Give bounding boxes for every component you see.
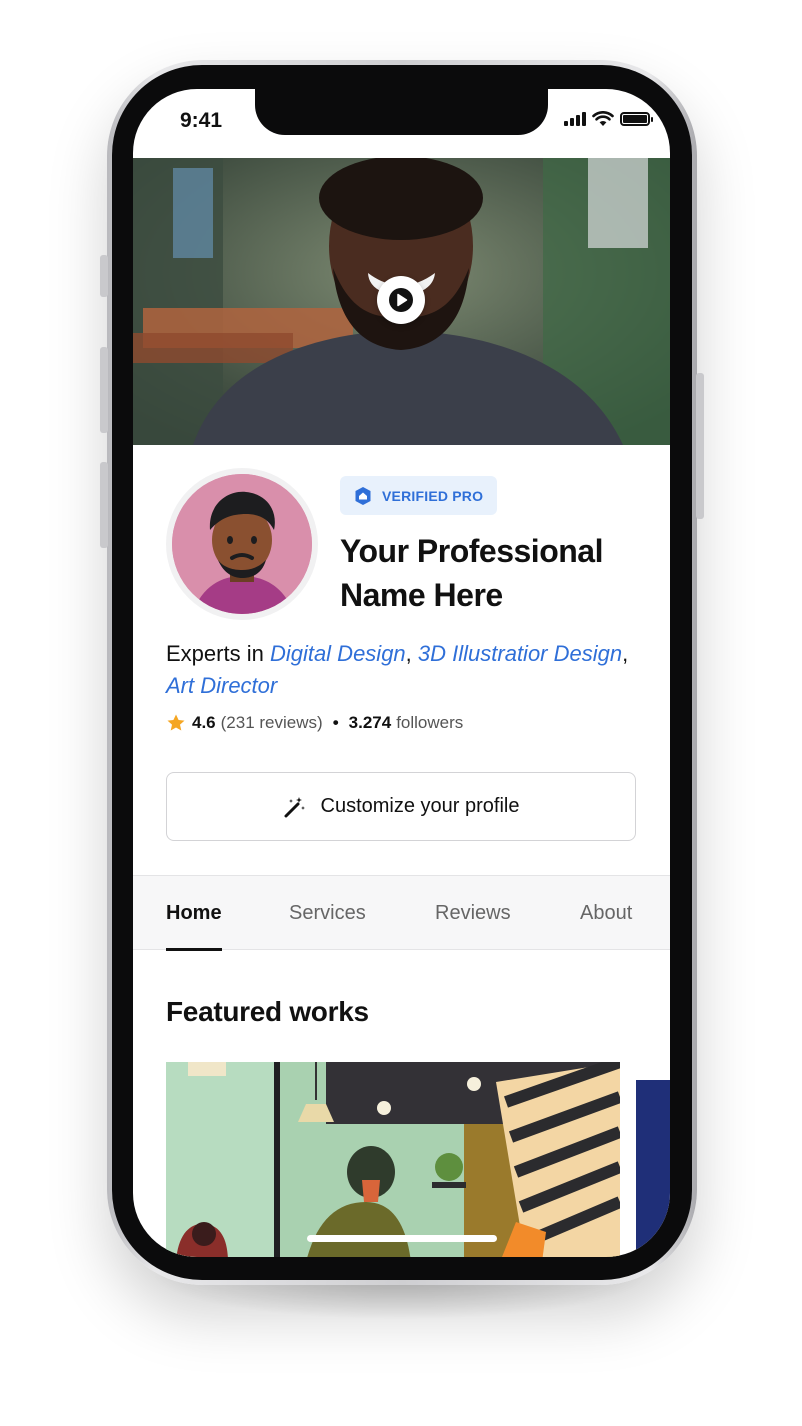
followers-label: followers bbox=[396, 713, 464, 732]
silent-switch bbox=[100, 255, 108, 297]
skill-separator: , bbox=[622, 641, 629, 666]
play-icon bbox=[389, 288, 413, 312]
stats-separator: • bbox=[332, 713, 339, 732]
profile-name-line2: Name Here bbox=[340, 577, 503, 613]
skill-separator: , bbox=[405, 641, 418, 666]
status-time: 9:41 bbox=[180, 109, 223, 132]
play-button[interactable] bbox=[377, 276, 425, 324]
avatar-illustration bbox=[172, 474, 312, 614]
skill-link-3d-illustration[interactable]: 3D Illustratior Design bbox=[418, 641, 622, 666]
status-icons bbox=[564, 111, 653, 127]
avatar-image bbox=[172, 474, 312, 614]
volume-up-button bbox=[100, 347, 108, 433]
cover-video[interactable] bbox=[133, 158, 670, 445]
home-indicator[interactable] bbox=[307, 1235, 497, 1242]
profile-stats: 4.6 (231 reviews) • 3.274 followers bbox=[166, 713, 463, 733]
phone-screen: 9:41 VERIFIED PRO Your Professional Name… bbox=[133, 89, 670, 1257]
tab-about[interactable]: About bbox=[580, 902, 632, 925]
wifi-icon bbox=[592, 111, 614, 126]
stage: 9:41 VERIFIED PRO Your Professional Name… bbox=[0, 0, 802, 1426]
expertise-prefix: Experts in bbox=[166, 641, 270, 666]
reviews-count[interactable]: (231 reviews) bbox=[221, 713, 323, 733]
tab-reviews[interactable]: Reviews bbox=[435, 902, 511, 925]
avatar[interactable] bbox=[166, 468, 318, 620]
active-tab-indicator bbox=[166, 948, 222, 951]
star-icon bbox=[167, 714, 185, 731]
featured-work-image bbox=[166, 1062, 620, 1257]
skill-link-art-director[interactable]: Art Director bbox=[166, 673, 277, 698]
skill-link-digital-design[interactable]: Digital Design bbox=[270, 641, 406, 666]
followers-count: 3.274 bbox=[348, 713, 392, 732]
verified-pro-label: VERIFIED PRO bbox=[382, 487, 484, 504]
profile-name: Your Professional Name Here bbox=[340, 529, 640, 617]
profile-tabs: Home Services Reviews About bbox=[133, 875, 670, 951]
power-button bbox=[696, 373, 704, 519]
tab-services[interactable]: Services bbox=[289, 902, 366, 925]
featured-works-title: Featured works bbox=[166, 996, 369, 1027]
tab-home[interactable]: Home bbox=[166, 902, 222, 925]
cellular-signal-icon bbox=[564, 112, 586, 126]
customize-profile-label: Customize your profile bbox=[320, 795, 520, 817]
volume-down-button bbox=[100, 462, 108, 548]
customize-profile-button[interactable]: Customize your profile bbox=[166, 772, 636, 841]
verified-pro-badge: VERIFIED PRO bbox=[340, 476, 497, 515]
rating-value: 4.6 bbox=[192, 713, 216, 732]
verified-shield-icon bbox=[355, 486, 371, 505]
battery-icon bbox=[620, 112, 653, 126]
featured-work-card-next[interactable] bbox=[636, 1080, 670, 1257]
featured-work-card[interactable] bbox=[166, 1062, 620, 1257]
notch bbox=[255, 89, 548, 135]
profile-name-line1: Your Professional bbox=[340, 533, 603, 569]
magic-wand-icon bbox=[284, 796, 305, 817]
expertise-text: Experts in Digital Design, 3D Illustrati… bbox=[166, 638, 636, 702]
